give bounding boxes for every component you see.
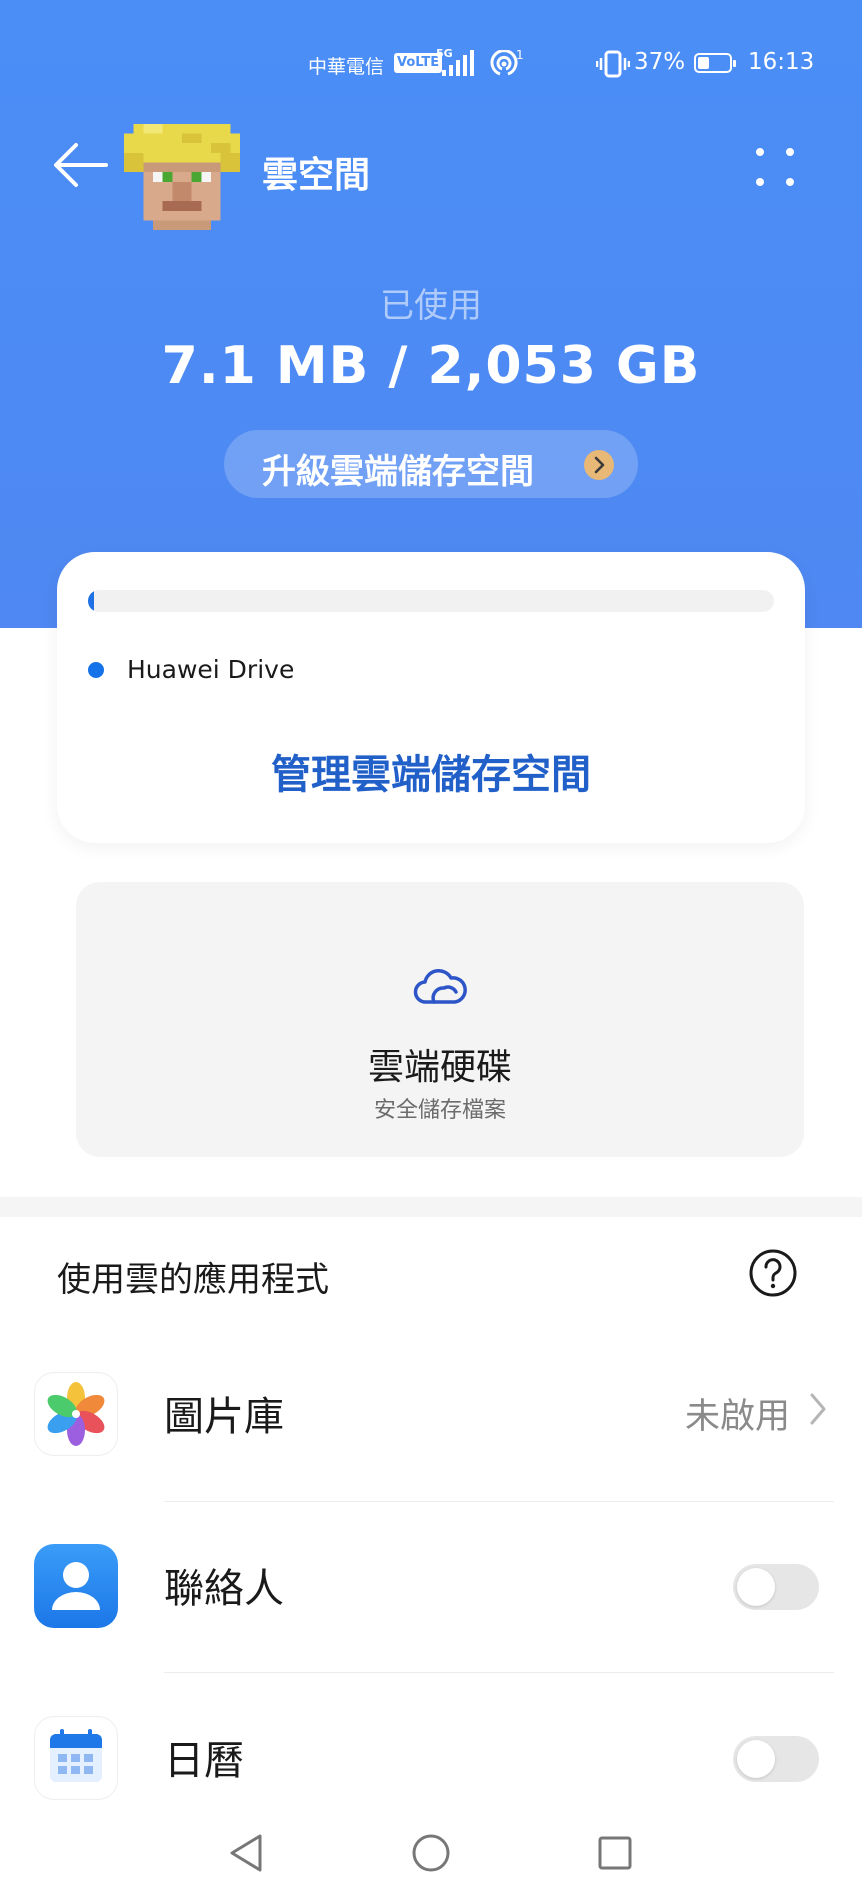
- cloud-drive-subtitle: 安全儲存檔案: [373, 1098, 506, 1123]
- clock: 16:13: [748, 49, 815, 75]
- contacts-icon: [34, 1544, 118, 1628]
- triangle-back-icon: [230, 1834, 262, 1872]
- chevron-right-icon: [810, 1393, 826, 1425]
- app-row-gallery[interactable]: 圖片庫 未啟用: [0, 1340, 862, 1502]
- storage-usage-bar: [88, 590, 774, 612]
- upgrade-storage-label: 升級雲端儲存空間: [262, 452, 534, 492]
- gallery-icon: [34, 1372, 118, 1456]
- gallery-label: 圖片庫: [164, 1394, 284, 1440]
- page-title: 雲空間: [262, 155, 371, 196]
- more-options-button[interactable]: [752, 144, 798, 190]
- manage-storage-button[interactable]: 管理雲端儲存空間: [57, 742, 805, 800]
- status-bar: 中華電信 VoLTE 5G 1 37% 16:13: [0, 44, 862, 84]
- help-icon: [749, 1249, 797, 1297]
- row-divider: [164, 1501, 834, 1502]
- circle-home-icon: [412, 1834, 450, 1872]
- help-button[interactable]: [748, 1248, 798, 1298]
- storage-card: Huawei Drive 管理雲端儲存空間: [57, 552, 805, 843]
- legend-label: Huawei Drive: [127, 655, 295, 684]
- calendar-label: 日曆: [164, 1738, 244, 1784]
- volte-badge: VoLTE: [394, 53, 443, 73]
- signal-icon: [442, 50, 474, 76]
- upgrade-storage-button[interactable]: 升級雲端儲存空間: [224, 430, 638, 498]
- calendar-icon: [34, 1716, 118, 1800]
- contacts-toggle[interactable]: [733, 1564, 819, 1610]
- contacts-label: 聯絡人: [164, 1566, 284, 1612]
- used-label: 已使用: [380, 286, 482, 326]
- cloud-drive-tile[interactable]: 雲端硬碟 安全儲存檔案: [76, 882, 804, 1157]
- battery-icon: [694, 53, 736, 73]
- square-recents-icon: [598, 1836, 632, 1870]
- row-divider: [164, 1672, 834, 1673]
- section-divider: [0, 1197, 862, 1217]
- cloud-drive-title: 雲端硬碟: [367, 1047, 512, 1088]
- battery-fill: [698, 57, 709, 69]
- hotspot-count: 1: [516, 48, 524, 62]
- carrier-name: 中華電信: [308, 56, 385, 78]
- battery-percent: 37%: [634, 49, 686, 75]
- nav-home-button[interactable]: [406, 1828, 456, 1878]
- chevron-right-icon: [584, 450, 614, 480]
- apps-section-title: 使用雲的應用程式: [57, 1260, 329, 1300]
- toggle-knob: [737, 1740, 775, 1778]
- cloud-icon: [413, 969, 467, 1004]
- storage-usage-fill: [88, 590, 95, 612]
- avatar[interactable]: [124, 122, 240, 232]
- calendar-toggle[interactable]: [733, 1736, 819, 1782]
- gallery-status: 未啟用: [684, 1397, 790, 1437]
- system-nav-bar: [0, 1810, 862, 1896]
- app-row-contacts[interactable]: 聯絡人: [0, 1512, 862, 1673]
- used-value: 7.1 MB / 2,053 GB: [161, 336, 701, 396]
- legend-dot: [88, 662, 104, 678]
- toggle-knob: [737, 1568, 775, 1606]
- back-arrow-icon: [54, 143, 108, 187]
- back-button[interactable]: [52, 140, 110, 190]
- vibrate-icon: [596, 50, 630, 78]
- nav-recents-button[interactable]: [590, 1828, 640, 1878]
- nav-back-button[interactable]: [222, 1828, 272, 1878]
